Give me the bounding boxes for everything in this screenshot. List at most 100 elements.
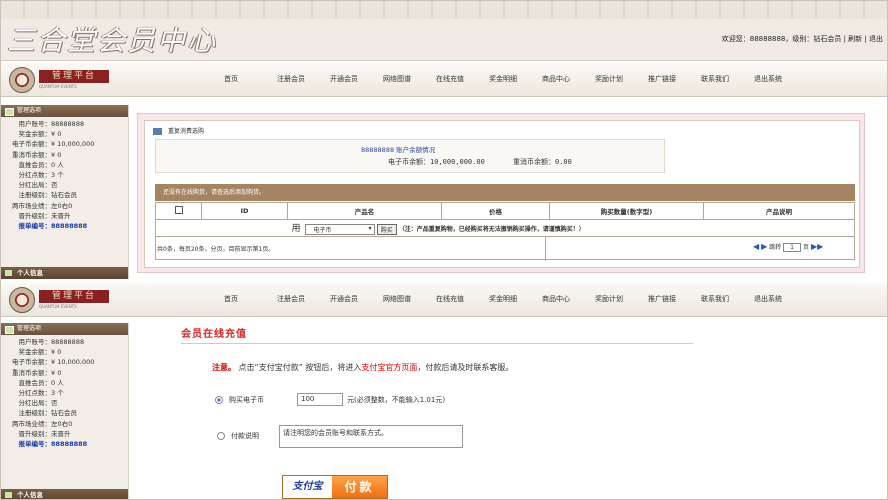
nav-item-activate[interactable]: 开通会员 — [330, 294, 383, 304]
nav-item-products[interactable]: 商品中心 — [542, 294, 595, 304]
sidebar-row: 奖金余额：¥ 0 — [18, 348, 62, 357]
sidebar-row: 电子币余额：¥ 10,000,000 — [12, 140, 95, 149]
account-title: 88888888 账户余额情况 — [361, 146, 436, 154]
nav-item-activate[interactable]: 开通会员 — [330, 74, 383, 84]
nav-item-logout[interactable]: 退出系统 — [754, 74, 807, 84]
col-id: ID — [201, 202, 288, 220]
nav-item-contact[interactable]: 联系我们 — [701, 294, 754, 304]
pager-unit: 页 — [803, 244, 810, 251]
logo: 管理平台 QUANTUM EVENTS — [9, 67, 109, 93]
nav-item-contact[interactable]: 联系我们 — [701, 74, 754, 84]
sidebar-row: 直推会员：0 人 — [18, 160, 64, 169]
sidebar-row: 电子币余额：¥ 10,000,000 — [12, 358, 95, 367]
pager-go-label: 跳转 — [769, 244, 782, 251]
page-input[interactable]: 1 — [783, 243, 802, 252]
purchase-row: 用电子币 购买 （注：产品重复购物，已经购买将无法撤销购买操作，请谨慎购买！） — [155, 219, 855, 237]
sidebar-footer[interactable]: 个人信息 — [1, 267, 128, 279]
pager-controls: ◀ ▶ 跳转 1 页 ▶▶ — [753, 242, 823, 252]
select-all-cell — [155, 202, 202, 220]
site-title: 三合堂会员中心 — [7, 24, 218, 57]
pager-divider — [545, 236, 546, 261]
logo-text: 管理平台 — [39, 70, 109, 83]
nav-item-home[interactable]: 首页 — [224, 74, 277, 84]
nav-item-promo[interactable]: 推广链接 — [648, 294, 701, 304]
nav-item-promo[interactable]: 推广链接 — [648, 74, 701, 84]
prev-page-icon[interactable]: ◀ — [753, 242, 759, 251]
sidebar-title: 管理选项 — [1, 323, 128, 335]
select-all-checkbox[interactable] — [174, 206, 183, 214]
last-page-icon[interactable]: ▶▶ — [811, 242, 823, 251]
sidebar-row: 分红点数：3 个 — [18, 170, 64, 179]
nav-item-logout[interactable]: 退出系统 — [754, 294, 807, 304]
nav-item-home[interactable]: 首页 — [224, 294, 277, 304]
alipay-link[interactable]: 支付宝官方页面 — [361, 363, 417, 372]
next-page-icon[interactable]: ▶ — [761, 242, 767, 251]
alipay-pay-button[interactable]: 支付宝 付款 — [282, 475, 388, 499]
sidebar-row: 两市场业绩：左0右0 — [12, 201, 73, 210]
sidebar-row: 晋升级别：未晋升 — [18, 429, 71, 438]
logo-subtext: QUANTUM EVENTS — [39, 84, 77, 89]
nav-item-reward[interactable]: 奖励计划 — [595, 74, 648, 84]
recharge-title: 会员在线充值 — [181, 329, 247, 340]
nav-item-register[interactable]: 注册会员 — [277, 294, 330, 304]
account-summary: 88888888 账户余额情况 电子币余额：10,000,000.00 重消币余… — [155, 139, 665, 173]
amount-input[interactable]: 100 — [297, 393, 343, 406]
amount-hint: 元(必须整数，不能输入1.01元) — [347, 396, 446, 404]
sidebar-row: 报单编号：88888888 — [18, 221, 88, 230]
buy-button[interactable]: 购买 — [376, 223, 397, 235]
sidebar-bottom: 管理选项 用户账号：88888888 奖金余额：¥ 0 电子币余额：¥ 10,0… — [1, 323, 129, 499]
alipay-logo: 支付宝 — [283, 476, 332, 498]
notice-bar: 还没有在线购货，请查选后添加购货。 — [155, 184, 855, 201]
welcome-text[interactable]: 欢迎您：88888888，级别：钻石会员 | 刷新 | 退出 — [722, 34, 883, 44]
nav-item-reward[interactable]: 奖励计划 — [595, 294, 648, 304]
nav-item-recharge[interactable]: 在线充值 — [436, 74, 489, 84]
nav-item-products[interactable]: 商品中心 — [542, 74, 595, 84]
sidebar-row: 注册级别：钻石会员 — [18, 191, 78, 200]
app-window: 三合堂会员中心 欢迎您：88888888，级别：钻石会员 | 刷新 | 退出 管… — [0, 0, 888, 500]
sidebar-row: 直推会员：0 人 — [18, 378, 64, 387]
top-banner: 三合堂会员中心 欢迎您：88888888，级别：钻石会员 | 刷新 | 退出 — [1, 1, 887, 61]
nav-item-network[interactable]: 网络图谱 — [383, 74, 436, 84]
nav-item-bonus[interactable]: 奖金明细 — [489, 294, 542, 304]
note-text-1: 点击“支付宝付款” 按钮后，将进入 — [238, 363, 362, 372]
sidebar-footer[interactable]: 个人信息 — [1, 489, 128, 499]
sidebar-row: 重消币余额：¥ 0 — [12, 150, 62, 159]
note-prefix: 注意。 — [212, 363, 236, 372]
nav-item-network[interactable]: 网络图谱 — [383, 294, 436, 304]
desc-row: 付款说明 — [217, 431, 259, 441]
logo-emblem-icon — [9, 287, 35, 313]
sidebar-row: 晋升级别：未晋升 — [18, 211, 71, 220]
sidebar-row: 两市场业绩：左0右0 — [12, 419, 73, 428]
empty-cell — [155, 219, 288, 237]
sidebar-row: 用户账号：88888888 — [18, 120, 85, 128]
nav-item-recharge[interactable]: 在线充值 — [436, 294, 489, 304]
currency-select[interactable]: 电子币 — [304, 223, 375, 235]
buy-ecoin-row: 购买电子币 — [215, 395, 264, 405]
panel-title-icon — [153, 128, 162, 135]
purchase-panel: 重复消费选购 88888888 账户余额情况 电子币余额：10,000,000.… — [144, 120, 860, 268]
sidebar-row: 奖金余额：¥ 0 — [18, 130, 62, 139]
sidebar-title: 管理选项 — [1, 105, 128, 117]
buy-ecoin-radio[interactable] — [215, 396, 223, 404]
logo-subtext: QUANTUM EVENTS — [39, 304, 77, 309]
logo-text: 管理平台 — [39, 290, 109, 303]
recharge-note: 注意。 点击“支付宝付款” 按钮后，将进入支付宝官方页面，付款后请及时联系客服。 — [212, 362, 597, 374]
nav-item-register[interactable]: 注册会员 — [277, 74, 330, 84]
fret-decoration — [1, 1, 887, 19]
panel-title: 重复消费选购 — [153, 126, 204, 135]
buy-ecoin-label: 购买电子币 — [229, 396, 264, 404]
pager-info: 共0条，每页20条，分页，目前显示第1页。 — [157, 246, 275, 253]
navbar-top: 管理平台 QUANTUM EVENTS 首页 注册会员 开通会员 网络图谱 在线… — [1, 63, 887, 97]
navbar-bottom: 管理平台 QUANTUM EVENTS 首页 注册会员 开通会员 网络图谱 在线… — [1, 283, 887, 317]
sidebar-row: 注册级别：钻石会员 — [18, 409, 78, 418]
desc-textarea[interactable]: 请注明您的会员账号和联系方式。 — [279, 425, 463, 448]
buy-note: （注：产品重复购物，已经购买将无法撤销购买操作，请谨慎购买！） — [398, 226, 585, 234]
col-desc: 产品说明 — [703, 202, 855, 220]
nav-menu: 首页 注册会员 开通会员 网络图谱 在线充值 奖金明细 商品中心 奖励计划 推广… — [224, 74, 807, 84]
use-label: 用 — [291, 224, 301, 235]
sidebar-row: 分红出局：否 — [18, 181, 58, 190]
sidebar-row: 用户账号：88888888 — [18, 338, 85, 346]
col-qty: 购买数量(数字型) — [549, 202, 704, 220]
nav-item-bonus[interactable]: 奖金明细 — [489, 74, 542, 84]
sidebar-row: 报单编号：88888888 — [18, 439, 88, 448]
